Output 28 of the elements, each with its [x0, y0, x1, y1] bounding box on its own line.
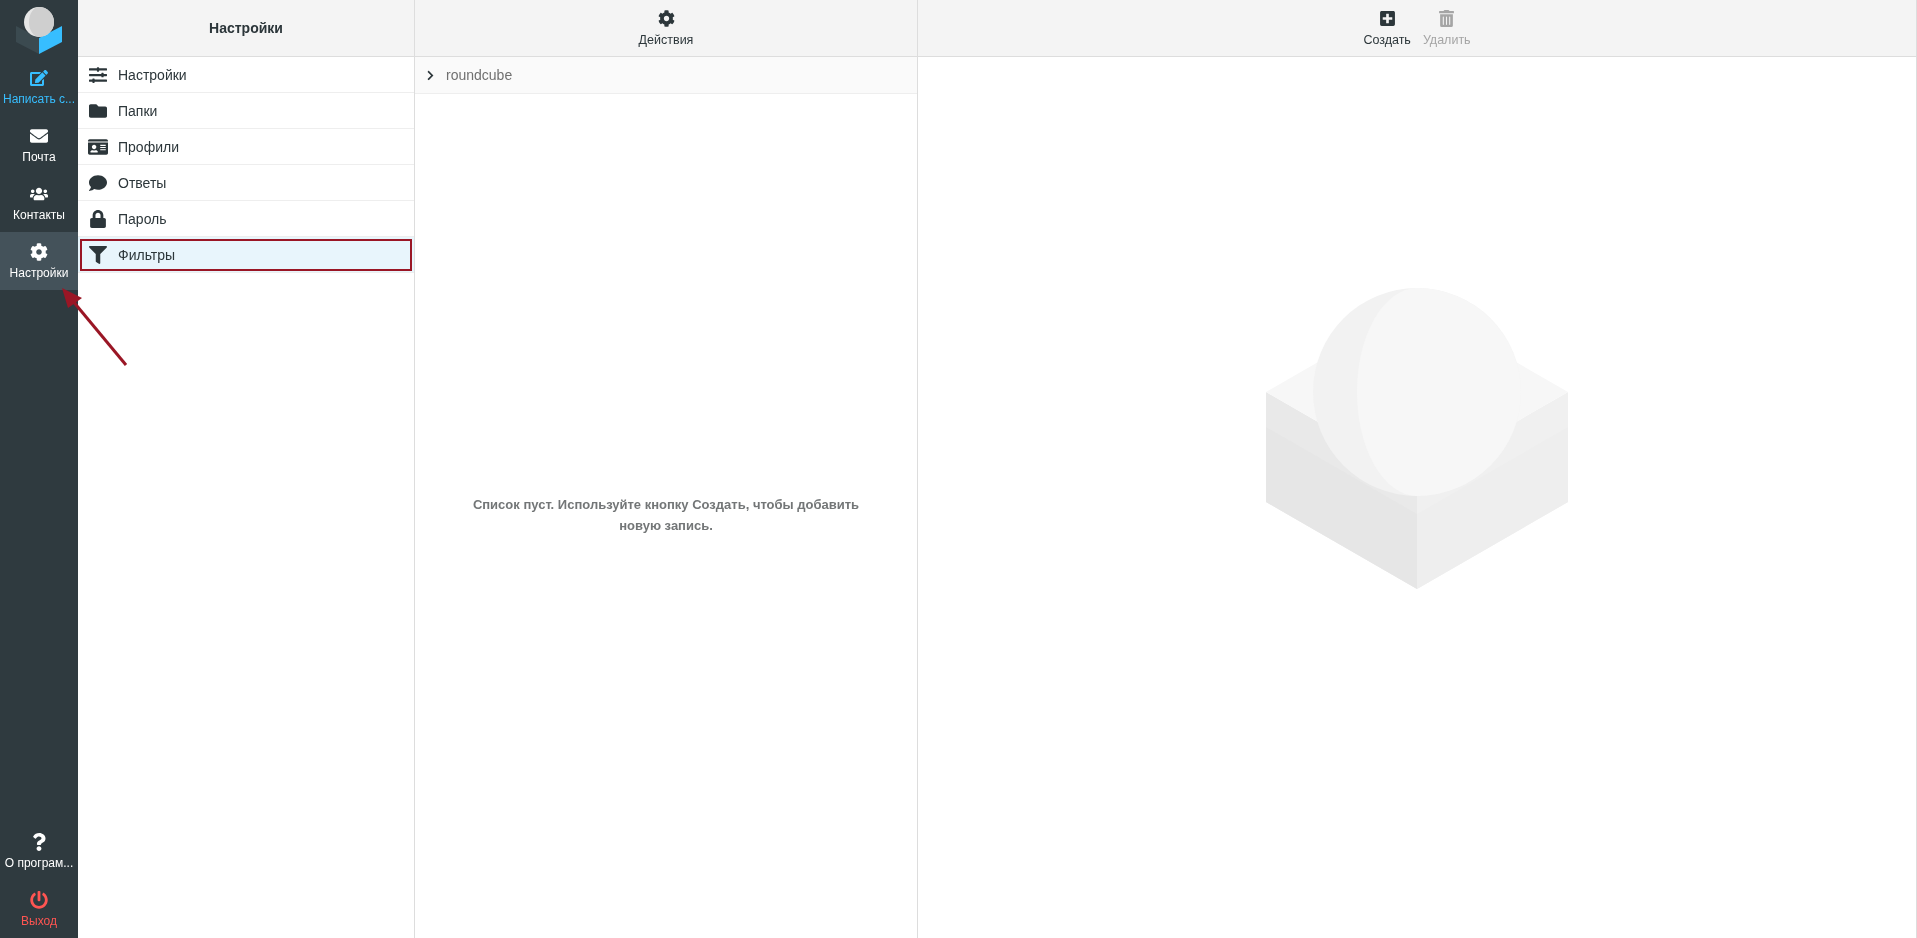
password-icon [88, 209, 108, 228]
plus-icon [1378, 9, 1396, 27]
mail-icon [30, 126, 48, 145]
nav-item[interactable]: Написать с... [0, 58, 78, 116]
settings-icon [30, 242, 48, 261]
settings-item[interactable]: Фильтры [78, 237, 414, 273]
nav-item[interactable]: О програм... [0, 822, 78, 880]
identities-icon [88, 137, 108, 156]
logo-icon [14, 4, 64, 54]
filter-set-item[interactable]: roundcube [415, 57, 917, 94]
empty-list-message: Список пуст. Используйте кнопку Создать, чтобы добавить новую запись. [471, 496, 861, 535]
responses-icon [88, 173, 108, 192]
settings-icon [657, 9, 675, 27]
nav-item[interactable]: Почта [0, 116, 78, 174]
nav-item[interactable]: Настройки [0, 232, 78, 290]
panel-title: Настройки [209, 20, 283, 36]
actions-button[interactable]: Действия [634, 3, 698, 53]
filters-icon [88, 245, 108, 264]
prefs-icon [88, 65, 108, 84]
chevron-icon [425, 69, 436, 81]
nav-item[interactable]: Выход [0, 880, 78, 938]
logout-icon [30, 890, 48, 909]
nav-item[interactable]: Контакты [0, 174, 78, 232]
compose-icon [30, 68, 48, 87]
create-button[interactable]: Создать [1359, 3, 1415, 53]
about-icon [30, 832, 48, 851]
folders-icon [88, 101, 108, 120]
trash-icon [1438, 9, 1456, 27]
